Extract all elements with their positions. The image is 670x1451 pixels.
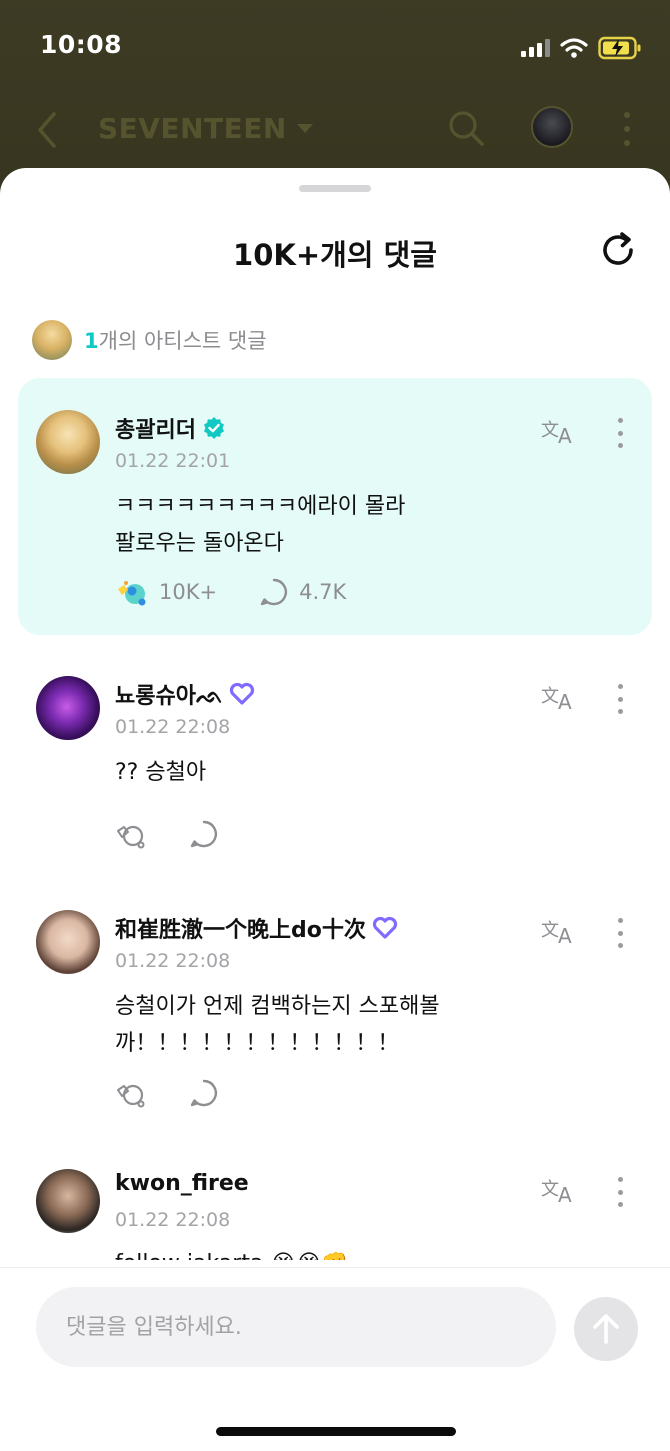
- status-time: 10:08: [40, 30, 123, 59]
- svg-text:A: A: [558, 690, 572, 712]
- comment-item: 뇨롱슈아ᨒ 01.22 22:08 文 A ?? 승철아: [18, 668, 652, 883]
- svg-text:A: A: [558, 1183, 572, 1205]
- comment-author[interactable]: 和崔胜澈一个晚上do十次: [115, 912, 366, 944]
- reply-icon[interactable]: [189, 819, 219, 849]
- like-icon[interactable]: [115, 819, 147, 849]
- comment-text: ㅋㅋㅋㅋㅋㅋㅋㅋㅋ에라이 몰라 팔로우는 돌아온다: [115, 494, 406, 556]
- comment-more-icon[interactable]: [615, 684, 625, 714]
- comment-text: follow jakarta 😭😭👊: [115, 1245, 545, 1260]
- svg-text:文: 文: [541, 420, 559, 441]
- signal-icon: [521, 39, 550, 57]
- avatar[interactable]: [36, 676, 100, 740]
- comment-item-featured: 총괄리더 01.22 22:01 文 A ㅋㅋㅋㅋㅋㅋㅋㅋㅋ에라이 몰라 팔로우…: [18, 378, 652, 635]
- membership-heart-icon: [230, 682, 255, 705]
- wifi-icon: [560, 38, 588, 58]
- membership-heart-icon: [372, 916, 397, 939]
- verified-badge-icon: [203, 417, 224, 439]
- community-title: SEVENTEEN: [98, 112, 313, 145]
- comment-author[interactable]: 총괄리더: [115, 412, 196, 444]
- like-icon[interactable]: [115, 1078, 147, 1108]
- comment-input-bar: [0, 1267, 670, 1451]
- more-icon: [622, 112, 632, 146]
- translate-icon[interactable]: 文 A: [541, 682, 581, 712]
- send-button[interactable]: [574, 1297, 638, 1361]
- back-icon: [38, 112, 56, 148]
- battery-charging-icon: [598, 36, 641, 60]
- avatar[interactable]: [36, 910, 100, 974]
- sheet-grabber[interactable]: [299, 185, 371, 192]
- comment-actions: [115, 819, 219, 849]
- status-icons: [520, 36, 642, 60]
- search-icon: [449, 111, 484, 146]
- comment-time: 01.22 22:08: [115, 716, 231, 738]
- like-icon[interactable]: [115, 576, 149, 608]
- sheet-title: 10K+개의 댓글: [233, 238, 437, 272]
- background-header: SEVENTEEN: [0, 96, 670, 166]
- send-arrow-icon: [593, 1314, 619, 1344]
- artist-comment-text: 개의 아티스트 댓글: [98, 329, 267, 353]
- reply-icon[interactable]: [259, 577, 289, 607]
- comment-list: 총괄리더 01.22 22:01 文 A ㅋㅋㅋㅋㅋㅋㅋㅋㅋ에라이 몰라 팔로우…: [0, 378, 670, 1260]
- like-count: 10K+: [159, 580, 218, 604]
- comment-author-row: 和崔胜澈一个晚上do十次: [115, 912, 398, 944]
- avatar[interactable]: [36, 410, 100, 474]
- translate-icon[interactable]: 文 A: [541, 916, 581, 946]
- comment-text: ?? 승철아: [115, 760, 207, 785]
- comment-item: kwon_firee 01.22 22:08 文 A follow jakart…: [18, 1161, 652, 1260]
- avatar[interactable]: [36, 1169, 100, 1233]
- comment-text: 승철이가 언제 컴백하는지 스포해볼 까！！！！！！！！！！！！: [115, 994, 440, 1056]
- comment-item: 和崔胜澈一个晚上do十次 01.22 22:08 文 A 승철이가 언제 컴백하…: [18, 902, 652, 1152]
- reply-count: 4.7K: [299, 580, 347, 604]
- svg-text:文: 文: [541, 1179, 559, 1200]
- reply-icon[interactable]: [189, 1078, 219, 1108]
- artist-comment-summary[interactable]: 1개의 아티스트 댓글: [32, 320, 267, 360]
- translate-icon[interactable]: 文 A: [541, 416, 581, 446]
- comment-input[interactable]: [36, 1287, 556, 1367]
- community-title-text: SEVENTEEN: [98, 112, 287, 145]
- home-indicator: [216, 1427, 456, 1436]
- comment-actions: [115, 1078, 219, 1108]
- comment-author-row: 뇨롱슈아ᨒ: [115, 678, 255, 710]
- comments-sheet: 10K+개의 댓글 1개의 아티스트 댓글 총괄리더 01.22 22:01 文…: [0, 168, 670, 1451]
- chevron-down-icon: [296, 124, 313, 133]
- status-bar: 10:08: [0, 0, 670, 96]
- comment-author[interactable]: kwon_firee: [115, 1171, 249, 1196]
- comment-time: 01.22 22:08: [115, 1209, 231, 1231]
- comment-time: 01.22 22:08: [115, 950, 231, 972]
- svg-text:A: A: [558, 924, 572, 946]
- comment-more-icon[interactable]: [615, 418, 625, 448]
- artist-comment-count: 1: [84, 329, 99, 353]
- svg-text:文: 文: [541, 920, 559, 941]
- svg-text:文: 文: [541, 686, 559, 707]
- comment-time: 01.22 22:01: [115, 450, 231, 472]
- profile-avatar: [531, 106, 573, 148]
- artist-comment-label: 1개의 아티스트 댓글: [84, 325, 267, 355]
- svg-text:A: A: [558, 424, 572, 446]
- comment-more-icon[interactable]: [615, 918, 625, 948]
- artist-avatar: [32, 320, 72, 360]
- comment-actions: 10K+ 4.7K: [115, 576, 346, 608]
- refresh-icon[interactable]: [598, 230, 638, 270]
- comment-author-row: kwon_firee: [115, 1171, 249, 1196]
- translate-icon[interactable]: 文 A: [541, 1175, 581, 1205]
- comment-author[interactable]: 뇨롱슈아ᨒ: [115, 678, 223, 710]
- comment-author-row: 총괄리더: [115, 412, 226, 444]
- comment-more-icon[interactable]: [615, 1177, 625, 1207]
